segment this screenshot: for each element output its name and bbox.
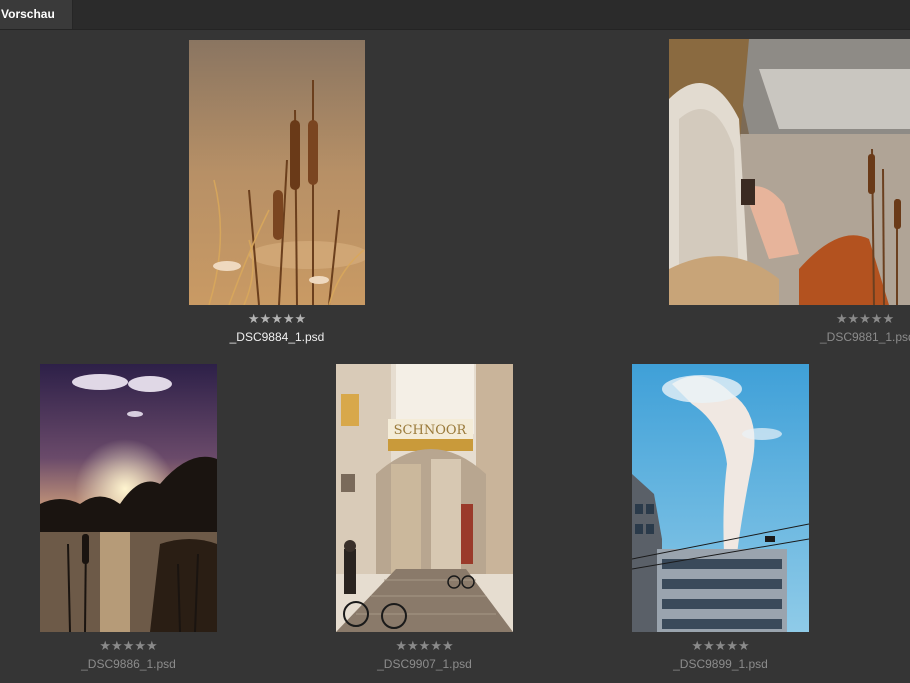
sunset-lake-image	[40, 364, 217, 632]
rating-stars[interactable]: ★★★★★	[189, 313, 365, 327]
rating-stars[interactable]: ★★★★★	[632, 640, 809, 654]
preview-grid: ★★★★★ _DSC9884_1.psd ★★★★★ _DSC9881_1.ps…	[0, 30, 910, 683]
cattails-image	[189, 40, 365, 305]
thumbnail-image-dsc9899[interactable]	[632, 364, 809, 632]
schnoor-street-image: SCHNOOR	[336, 364, 513, 632]
thumbnail-image-dsc9886[interactable]	[40, 364, 217, 632]
hat-photo-image	[669, 39, 910, 305]
tab-vorschau[interactable]: Vorschau	[0, 0, 73, 29]
panel-tab-bar: Vorschau	[0, 0, 910, 30]
thumbnail-image-dsc9881[interactable]	[669, 39, 910, 305]
thumbnail-filename: _DSC9886_1.psd	[81, 657, 176, 671]
rating-stars[interactable]: ★★★★★	[336, 640, 513, 654]
schnoor-sign-text: SCHNOOR	[394, 423, 468, 438]
thumbnail-filename: _DSC9907_1.psd	[377, 657, 472, 671]
thumbnail-image-dsc9884[interactable]	[189, 40, 365, 305]
thumbnail-filename: _DSC9881_1.psd	[820, 330, 910, 344]
thumbnail-filename: _DSC9899_1.psd	[673, 657, 768, 671]
steam-building-image	[632, 364, 809, 632]
thumbnail-filename: _DSC9884_1.psd	[229, 330, 325, 344]
rating-stars[interactable]: ★★★★★	[40, 640, 217, 654]
rating-stars[interactable]: ★★★★★	[820, 313, 910, 327]
thumbnail-image-dsc9907[interactable]: SCHNOOR	[336, 364, 513, 632]
